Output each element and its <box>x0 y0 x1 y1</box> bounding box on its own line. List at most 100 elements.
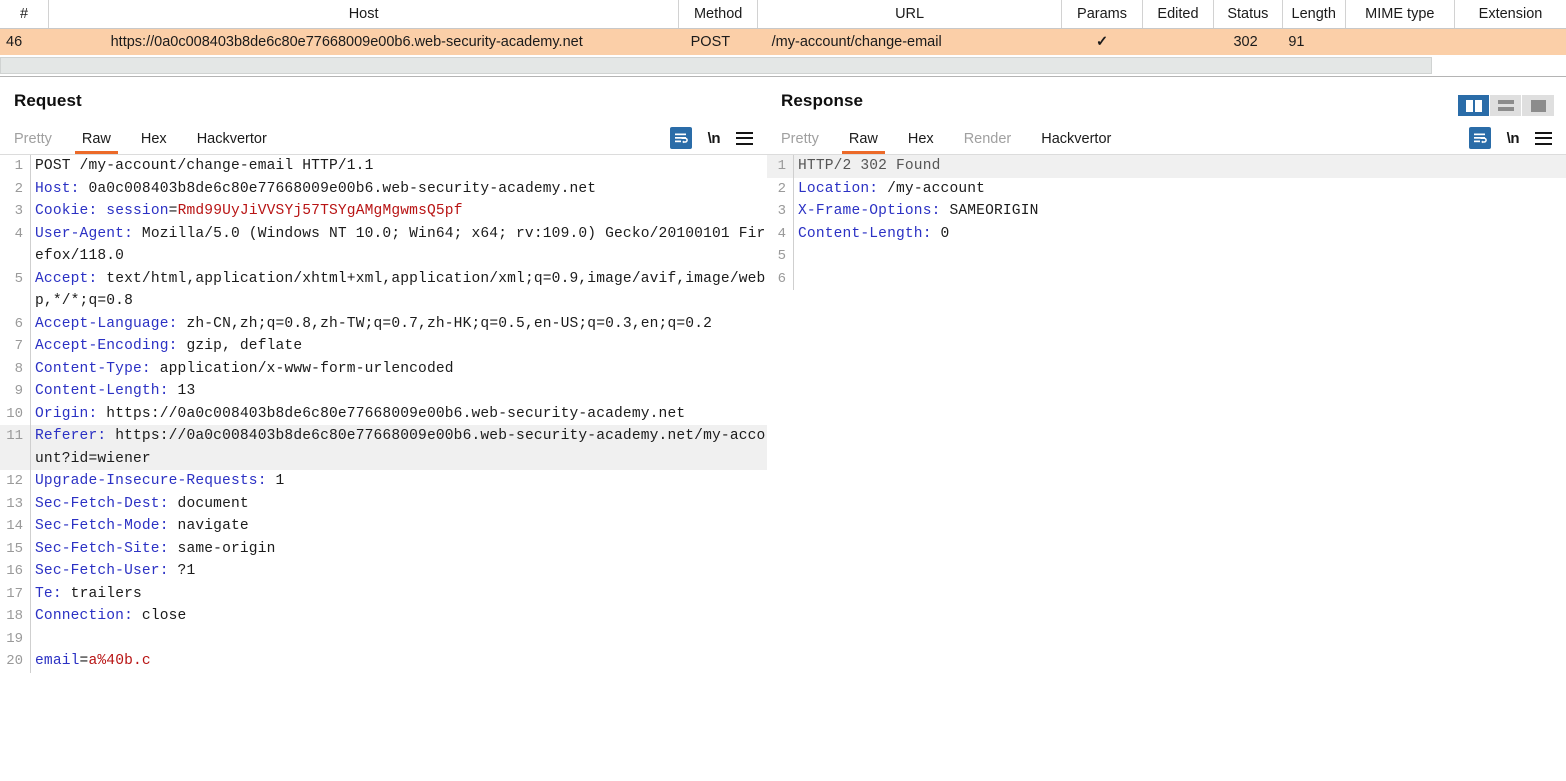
line-text: Location: /my-account <box>794 178 1566 201</box>
line-text <box>794 268 1566 291</box>
newline-toggle[interactable]: \n <box>708 130 720 147</box>
editor-menu-icon[interactable] <box>1535 132 1552 145</box>
cell-status: 302 <box>1213 28 1282 55</box>
editor-line: 1POST /my-account/change-email HTTP/1.1 <box>0 155 767 178</box>
layout-single-pane-button[interactable] <box>1522 95 1554 116</box>
tab-request-pretty[interactable]: Pretty <box>14 131 52 154</box>
column-header-host[interactable]: Host <box>49 0 679 28</box>
column-header-params[interactable]: Params <box>1062 0 1143 28</box>
line-number: 9 <box>0 380 30 403</box>
line-text: Accept-Language: zh-CN,zh;q=0.8,zh-TW;q=… <box>31 313 767 336</box>
single-pane-layout-icon <box>1531 100 1546 112</box>
tab-request-hackvertor[interactable]: Hackvertor <box>197 131 267 154</box>
column-header-url[interactable]: URL <box>758 0 1062 28</box>
editor-line: 2Location: /my-account <box>767 178 1566 201</box>
line-number: 3 <box>767 200 793 223</box>
line-text <box>794 245 1566 268</box>
line-number: 2 <box>0 178 30 201</box>
line-text: Connection: close <box>31 605 767 628</box>
line-text: Sec-Fetch-Dest: document <box>31 493 767 516</box>
line-number: 10 <box>0 403 30 426</box>
response-title: Response <box>767 77 1566 111</box>
request-editor[interactable]: 1POST /my-account/change-email HTTP/1.12… <box>0 155 767 781</box>
line-number: 17 <box>0 583 30 606</box>
history-horizontal-scrollbar[interactable] <box>0 55 1566 77</box>
line-number: 4 <box>0 223 30 246</box>
line-number: 19 <box>0 628 30 651</box>
line-text: X-Frame-Options: SAMEORIGIN <box>794 200 1566 223</box>
line-number: 14 <box>0 515 30 538</box>
column-header-length[interactable]: Length <box>1282 0 1345 28</box>
line-text: Accept-Encoding: gzip, deflate <box>31 335 767 358</box>
tab-request-raw[interactable]: Raw <box>82 131 111 154</box>
layout-side-by-side-button[interactable] <box>1458 95 1490 116</box>
editor-menu-icon[interactable] <box>736 132 753 145</box>
tab-response-hackvertor[interactable]: Hackvertor <box>1041 131 1111 154</box>
line-number: 6 <box>0 313 30 336</box>
line-number: 4 <box>767 223 793 246</box>
editor-line: 11Referer: https://0a0c008403b8de6c80e77… <box>0 425 767 470</box>
line-text: Sec-Fetch-User: ?1 <box>31 560 767 583</box>
word-wrap-icon[interactable] <box>670 127 692 149</box>
column-header-num[interactable]: # <box>0 0 49 28</box>
proxy-history-table[interactable]: # Host Method URL Params Edited Status L… <box>0 0 1566 55</box>
line-number: 8 <box>0 358 30 381</box>
editor-line: 2Host: 0a0c008403b8de6c80e77668009e00b6.… <box>0 178 767 201</box>
scrollbar-thumb[interactable] <box>0 57 1432 74</box>
line-text: email=a%40b.c <box>31 650 767 673</box>
editor-line: 14Sec-Fetch-Mode: navigate <box>0 515 767 538</box>
cell-method: POST <box>679 28 758 55</box>
line-text: Sec-Fetch-Mode: navigate <box>31 515 767 538</box>
editor-line: 5 <box>767 245 1566 268</box>
tab-request-hex[interactable]: Hex <box>141 131 167 154</box>
editor-line: 6 <box>767 268 1566 291</box>
request-pane: Request Pretty Raw Hex Hackvertor <box>0 77 767 780</box>
tab-response-render[interactable]: Render <box>964 131 1012 154</box>
column-header-method[interactable]: Method <box>679 0 758 28</box>
line-text: Content-Length: 13 <box>31 380 767 403</box>
tab-response-hex[interactable]: Hex <box>908 131 934 154</box>
tab-response-raw[interactable]: Raw <box>849 131 878 154</box>
editor-line: 3X-Frame-Options: SAMEORIGIN <box>767 200 1566 223</box>
line-text: Origin: https://0a0c008403b8de6c80e77668… <box>31 403 767 426</box>
split-layout-icon <box>1466 100 1482 112</box>
table-row[interactable]: 46 https://0a0c008403b8de6c80e77668009e0… <box>0 28 1566 55</box>
editor-line: 16Sec-Fetch-User: ?1 <box>0 560 767 583</box>
line-text: HTTP/2 302 Found <box>794 155 1566 178</box>
response-tabbar: Pretty Raw Hex Render Hackvertor <box>767 121 1566 155</box>
newline-toggle[interactable]: \n <box>1507 130 1519 147</box>
response-editor[interactable]: 1HTTP/2 302 Found2Location: /my-account3… <box>767 155 1566 781</box>
word-wrap-icon[interactable] <box>1469 127 1491 149</box>
tab-response-pretty[interactable]: Pretty <box>781 131 819 154</box>
line-number: 20 <box>0 650 30 673</box>
column-header-extension[interactable]: Extension <box>1455 0 1566 28</box>
cell-host: https://0a0c008403b8de6c80e77668009e00b6… <box>49 28 679 55</box>
line-number: 1 <box>0 155 30 178</box>
line-number: 2 <box>767 178 793 201</box>
response-pane: Response Pretty Raw Hex Render Hackverto… <box>767 77 1566 780</box>
column-header-mime[interactable]: MIME type <box>1345 0 1454 28</box>
cell-params-check: ✓ <box>1062 28 1143 55</box>
table-header-row: # Host Method URL Params Edited Status L… <box>0 0 1566 28</box>
editor-line: 13Sec-Fetch-Dest: document <box>0 493 767 516</box>
layout-stacked-button[interactable] <box>1490 95 1522 116</box>
line-text: Referer: https://0a0c008403b8de6c80e7766… <box>31 425 767 470</box>
editor-line: 15Sec-Fetch-Site: same-origin <box>0 538 767 561</box>
column-header-edited[interactable]: Edited <box>1143 0 1214 28</box>
line-text: User-Agent: Mozilla/5.0 (Windows NT 10.0… <box>31 223 767 268</box>
cell-edited <box>1143 28 1214 55</box>
column-header-status[interactable]: Status <box>1213 0 1282 28</box>
line-text: Cookie: session=Rmd99UyJiVVSYj57TSYgAMgM… <box>31 200 767 223</box>
cell-num: 46 <box>0 28 49 55</box>
editor-line: 18Connection: close <box>0 605 767 628</box>
message-editor-split: Request Pretty Raw Hex Hackvertor <box>0 77 1566 780</box>
cell-extension <box>1455 28 1566 55</box>
response-editor-tools: \n <box>1469 127 1552 149</box>
line-text: POST /my-account/change-email HTTP/1.1 <box>31 155 767 178</box>
line-number: 15 <box>0 538 30 561</box>
editor-line: 12Upgrade-Insecure-Requests: 1 <box>0 470 767 493</box>
line-number: 13 <box>0 493 30 516</box>
line-text: Te: trailers <box>31 583 767 606</box>
line-text: Content-Type: application/x-www-form-url… <box>31 358 767 381</box>
editor-line: 6Accept-Language: zh-CN,zh;q=0.8,zh-TW;q… <box>0 313 767 336</box>
